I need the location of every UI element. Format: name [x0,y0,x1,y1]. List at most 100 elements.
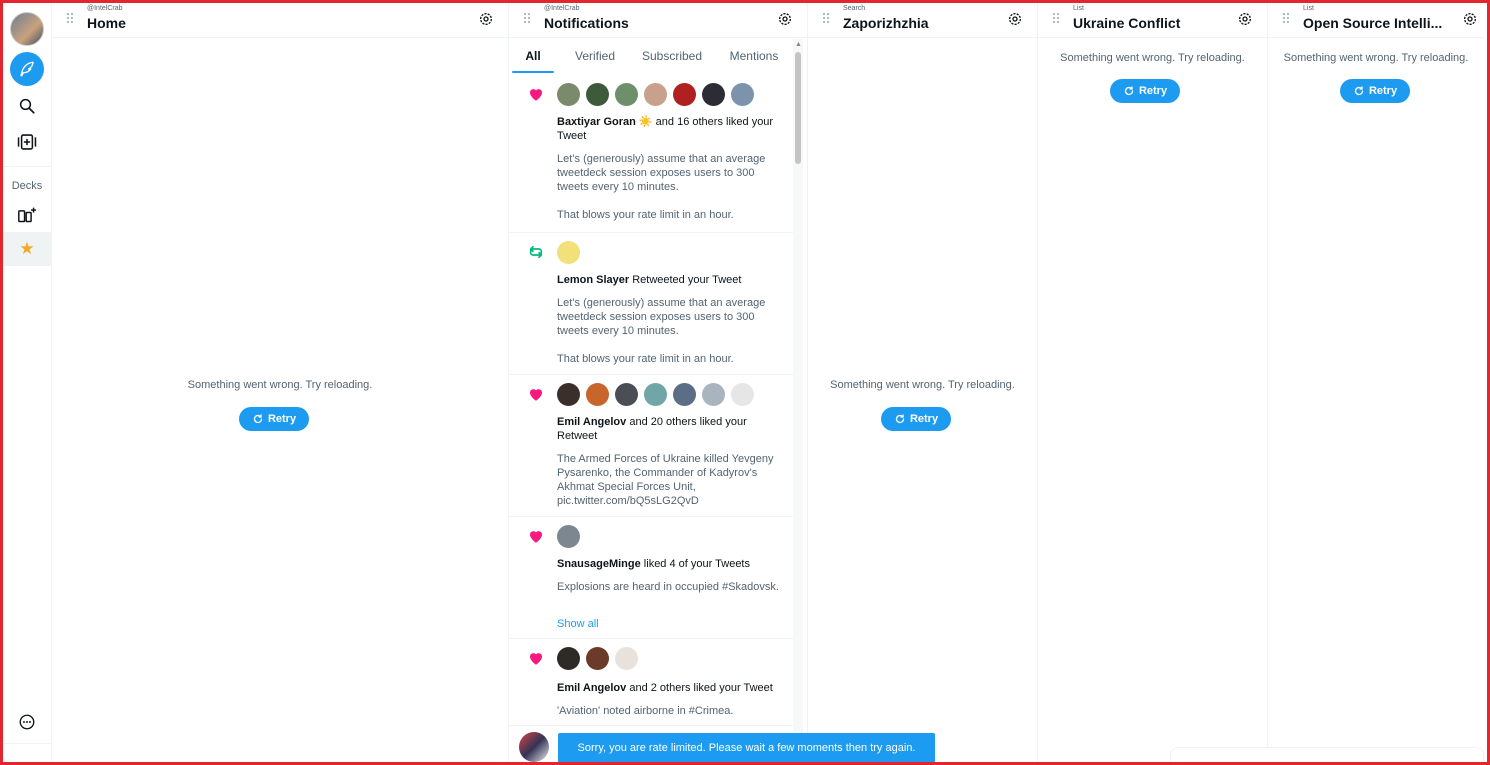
search-button[interactable] [10,89,44,123]
more-icon [19,714,35,730]
notification-tabs: All Verified Subscribed Mentions [509,39,793,73]
avatar[interactable] [644,383,667,406]
avatar[interactable] [586,647,609,670]
avatar[interactable] [673,83,696,106]
gear-icon[interactable] [1462,11,1478,27]
avatar[interactable] [557,383,580,406]
decks-label: Decks [11,180,43,192]
heart-icon [530,531,542,543]
gear-icon[interactable] [777,11,793,27]
user-name[interactable]: Emil Angelov [557,682,626,694]
add-column-button[interactable] [10,125,44,159]
user-name[interactable]: SnausageMinge [557,558,641,570]
avatar[interactable] [644,83,667,106]
drag-handle-icon[interactable] [1282,12,1290,24]
notification-item[interactable]: SnausageMinge liked 4 of your Tweets Exp… [509,517,793,639]
column-subtitle: List [1303,5,1314,12]
more-options-button[interactable] [10,705,44,739]
retry-label: Retry [909,413,939,425]
heart-icon [530,389,542,401]
avatar[interactable] [557,525,580,548]
drag-handle-icon[interactable] [822,12,830,24]
avatar[interactable] [615,647,638,670]
search-icon [19,98,35,114]
tab-verified[interactable]: Verified [565,39,625,73]
deck-favorite-item[interactable]: ★ [3,232,51,266]
heart-icon [530,653,542,665]
new-deck-button[interactable] [10,198,44,232]
account-avatar[interactable] [10,12,44,46]
avatar[interactable] [557,241,580,264]
notification-action: Retweeted your Tweet [629,274,742,286]
avatar[interactable] [557,83,580,106]
avatar[interactable] [586,83,609,106]
retweet-icon [529,245,543,259]
scrollbar[interactable]: ▲ [793,39,803,762]
tab-mentions[interactable]: Mentions [721,39,787,73]
drag-handle-icon[interactable] [1052,12,1060,24]
scroll-up-icon[interactable]: ▲ [795,41,802,48]
avatar-group [557,241,580,264]
avatar[interactable] [731,83,754,106]
column-title: Notifications [544,15,629,31]
avatar[interactable] [615,83,638,106]
user-name[interactable]: Baxtiyar Goran ☀️ [557,116,653,128]
star-icon: ★ [19,239,35,258]
active-tab-indicator [512,71,554,73]
avatar[interactable] [731,383,754,406]
show-all-link[interactable]: Show all [557,618,599,630]
column-header: List Open Source Intelli... [1268,3,1484,38]
sidebar: Decks ★ [3,3,52,762]
notification-item[interactable]: Emil Angelov and 2 others liked your Twe… [509,639,793,726]
retry-button[interactable]: Retry [881,407,951,431]
retry-button[interactable]: Retry [1110,79,1180,103]
user-name[interactable]: Lemon Slayer [557,274,629,286]
error-message: Something went wrong. Try reloading. [1060,52,1245,64]
tab-subscribed[interactable]: Subscribed [637,39,707,73]
notification-item[interactable]: Baxtiyar Goran ☀️ and 16 others liked yo… [509,75,793,233]
drag-handle-icon[interactable] [523,12,531,24]
avatar[interactable] [702,383,725,406]
notification-text: Emil Angelov and 2 others liked your Twe… [557,681,785,695]
toast-avatar[interactable] [519,732,549,762]
column-subtitle: Search [843,5,866,12]
column-header: List Ukraine Conflict [1038,3,1267,38]
column-header: Search Zaporizhzhia [808,3,1037,38]
sidebar-divider [3,743,51,744]
compose-button[interactable] [10,52,44,86]
gear-icon[interactable] [1007,11,1023,27]
notification-item[interactable]: Lemon Slayer Retweeted your Tweet Let’s … [509,233,793,375]
avatar[interactable] [673,383,696,406]
tweet-text: The Armed Forces of Ukraine killed Yevge… [557,453,774,507]
error-message: Something went wrong. Try reloading. [187,379,373,391]
retry-button[interactable]: Retry [239,407,309,431]
avatar[interactable] [615,383,638,406]
column-notifications: @IntelCrab Notifications All Verified Su… [509,3,808,762]
gear-icon[interactable] [478,11,494,27]
gear-icon[interactable] [1237,11,1253,27]
retry-button[interactable]: Retry [1340,79,1410,103]
notification-item[interactable]: Emil Angelov and 20 others liked your Re… [509,375,793,517]
add-column-icon [17,134,37,150]
tweet-text: Let’s (generously) assume that an averag… [557,153,766,193]
tweet-text: Let’s (generously) assume that an averag… [557,297,766,337]
avatar[interactable] [557,647,580,670]
refresh-icon [1124,86,1134,96]
notification-text: SnausageMinge liked 4 of your Tweets [557,557,785,571]
avatar-group [557,647,638,670]
messages-drawer[interactable] [1170,747,1484,762]
avatar[interactable] [586,383,609,406]
column-subtitle: @IntelCrab [87,5,123,12]
column-title: Open Source Intelli... [1303,15,1443,31]
tab-all[interactable]: All [512,39,554,73]
drag-handle-icon[interactable] [66,12,74,24]
scrollbar-thumb[interactable] [795,52,801,164]
error-message: Something went wrong. Try reloading. [1283,52,1469,64]
notification-action: and 2 others liked your Tweet [626,682,773,694]
user-name[interactable]: Emil Angelov [557,416,626,428]
avatar[interactable] [702,83,725,106]
tweet-text: 'Aviation' noted airborne in #Crimea. [557,705,734,717]
notification-text: Emil Angelov and 20 others liked your Re… [557,415,785,443]
column-subtitle: List [1073,5,1084,12]
column-title: Ukraine Conflict [1073,15,1181,31]
